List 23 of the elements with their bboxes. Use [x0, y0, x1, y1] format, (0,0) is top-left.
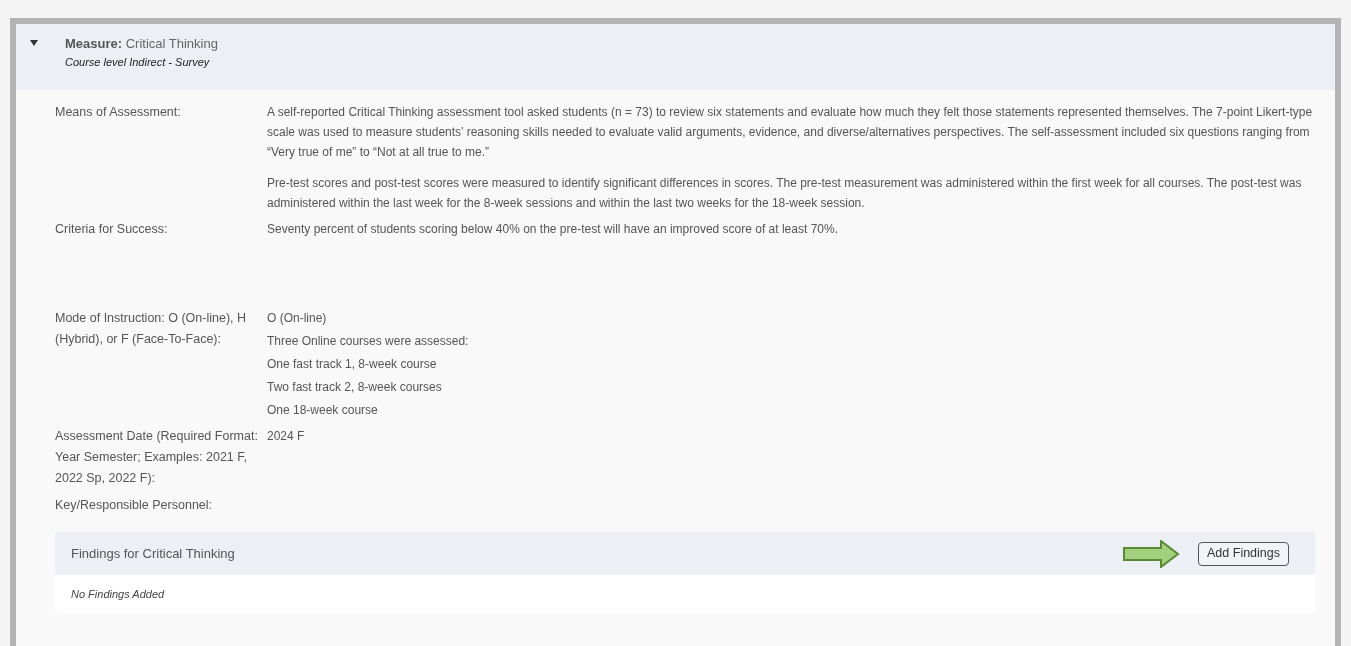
field-value: A self-reported Critical Thinking assessment tool asked students (n = 73) to review six statements and evaluate how much they felt those statements represented themselves. The 7-point Likert-type scale was used to measure students’ reasoning skills needed to evaluate valid arguments, evidence, and diverse/alternatives perspectives. The self-assessment included six questions ranging from “Very true of me” to “Not at all true to me.”	[267, 104, 1314, 161]
empty-findings-message: No Findings Added	[71, 586, 165, 602]
field-value: O (On-line)	[267, 310, 328, 327]
field-label: Key/Responsible Personnel:	[55, 497, 214, 514]
field-value: Pre-test scores and post-test scores were measured to identify significant differences in scores. The pre-test measurement was administered within the first week for all courses. The post-test was administered within the last week for the 8-week sessions and within the last two weeks for the 18-week session.	[267, 175, 1303, 212]
measure-type: Course level Indirect - Survey	[65, 55, 211, 70]
field-value: Seventy percent of students scoring below 40% on the pre-test will have an improved score of at least 70%.	[267, 221, 838, 238]
field-label: Assessment Date (Required Format: Year Semester; Examples: 2021 F, 2022 Sp, 2022 F):	[55, 428, 259, 487]
field-value: One 18-week course	[267, 402, 379, 419]
field-value: One fast track 1, 8-week course	[267, 356, 438, 373]
measure-label: Measure:	[65, 36, 123, 51]
caret-icon[interactable]	[30, 40, 38, 46]
field-label: Criteria for Success:	[55, 221, 169, 238]
add-findings-button[interactable]: Add Findings	[1198, 541, 1289, 566]
arrow-icon	[1123, 539, 1181, 568]
measure-title: Critical Thinking	[125, 36, 218, 51]
field-label: Mode of Instruction: O (On-line), H (Hybrid), or F (Face-To-Face):	[55, 310, 248, 348]
findings-title: Findings for Critical Thinking	[71, 544, 235, 563]
field-value: Three Online courses were assessed:	[267, 333, 469, 350]
measure-header[interactable]: Measure: Critical Thinking Course level Indirect - Survey	[16, 24, 1335, 90]
field-label: Means of Assessment:	[55, 104, 182, 121]
field-value: Two fast track 2, 8-week courses	[267, 379, 443, 396]
field-value: 2024 F	[267, 428, 305, 445]
